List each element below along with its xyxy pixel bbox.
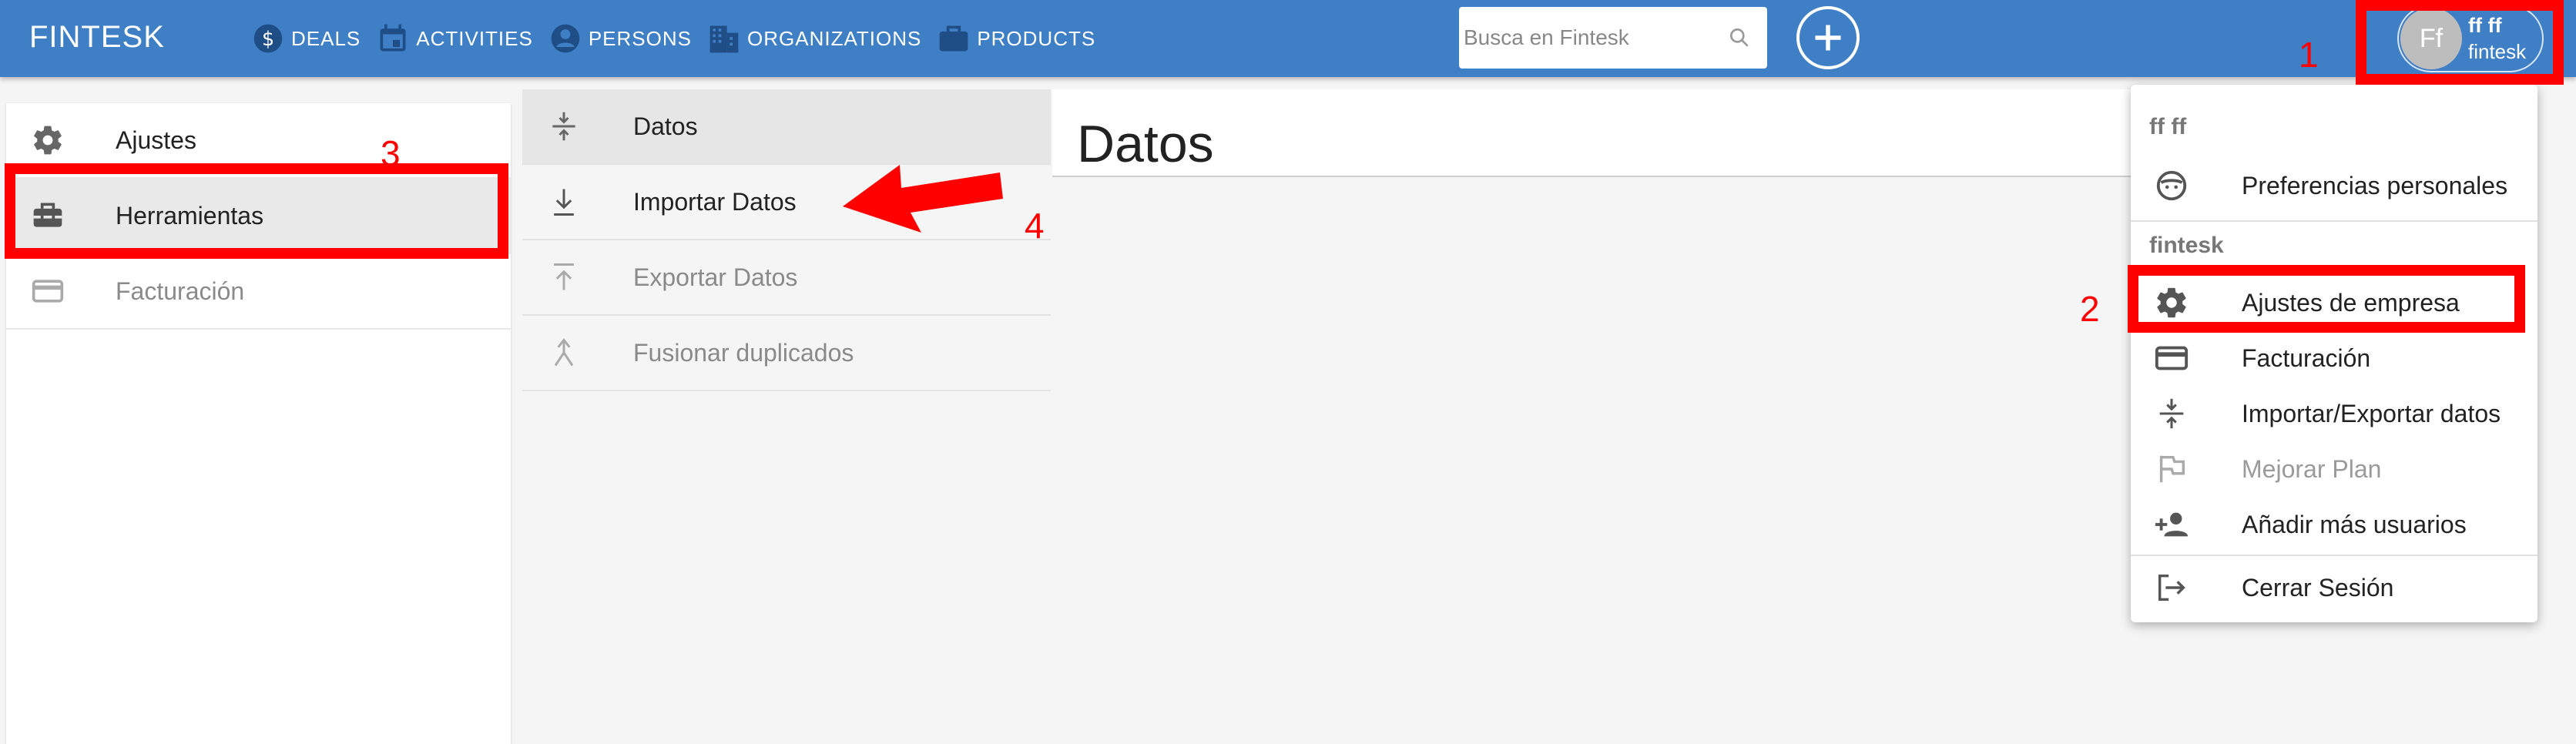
page-title: Datos xyxy=(1077,115,1214,173)
dropdown-item-mejorar-plan[interactable]: Mejorar Plan xyxy=(2131,442,2537,496)
dropdown-item-preferencias[interactable]: Preferencias personales xyxy=(2131,159,2537,213)
highlight-box-2 xyxy=(2128,265,2525,333)
gear-icon xyxy=(34,126,62,155)
highlight-box-1 xyxy=(2356,0,2564,85)
person-icon xyxy=(551,24,580,53)
upload-icon xyxy=(554,263,574,290)
search-box xyxy=(1459,7,1767,69)
compress-icon xyxy=(552,112,575,141)
calendar-icon xyxy=(380,24,406,52)
dropdown-item-label: Importar/Exportar datos xyxy=(2242,399,2501,427)
nav-deals[interactable]: $ DEALS xyxy=(251,22,361,55)
add-button[interactable] xyxy=(1796,6,1860,69)
dropdown-item-label: Añadir más usuarios xyxy=(2242,510,2467,538)
nav-persons-label: PERSONS xyxy=(588,26,692,50)
dropdown-item-label: Facturación xyxy=(2242,344,2371,372)
compress-icon xyxy=(2159,398,2184,429)
tools-menu: Datos Importar Datos Exportar Datos Fusi… xyxy=(522,89,1051,391)
dollar-circle-icon: $ xyxy=(253,24,283,53)
annotation-number-2: 2 xyxy=(2080,289,2100,329)
dropdown-section-company: fintesk xyxy=(2149,233,2224,258)
dropdown-item-anadir-usuarios[interactable]: Añadir más usuarios xyxy=(2131,498,2537,551)
dropdown-section-user: ff ff xyxy=(2149,114,2187,139)
nav-deals-label: DEALS xyxy=(291,26,361,50)
dropdown-item-facturacion[interactable]: Facturación xyxy=(2131,331,2537,385)
search-input[interactable] xyxy=(1464,22,1710,53)
building-icon xyxy=(709,25,739,53)
dropdown-item-label: Mejorar Plan xyxy=(2242,454,2382,483)
nav-products-label: PRODUCTS xyxy=(977,26,1096,50)
nav-organizations-label: ORGANIZATIONS xyxy=(747,26,922,50)
nav-organizations[interactable]: ORGANIZATIONS xyxy=(707,22,921,55)
merge-icon xyxy=(554,338,574,367)
tools-item-label: Fusionar duplicados xyxy=(633,338,854,367)
credit-card-icon xyxy=(2155,346,2189,370)
tools-item-exportar-datos[interactable]: Exportar Datos xyxy=(522,240,1051,316)
nav-activities-label: ACTIVITIES xyxy=(416,26,533,50)
annotation-number-3: 3 xyxy=(381,133,401,173)
nav-activities[interactable]: ACTIVITIES xyxy=(376,22,533,55)
sidebar-item-facturacion[interactable]: Facturación xyxy=(6,254,511,330)
search-icon[interactable] xyxy=(1727,25,1752,50)
top-bar: FINTESK $ DEALS ACTIVITIES PERSONS ORGAN… xyxy=(0,0,2576,77)
highlight-box-3 xyxy=(5,163,508,259)
download-icon xyxy=(554,189,574,216)
nav-products[interactable]: PRODUCTS xyxy=(937,22,1095,55)
nav-persons[interactable]: PERSONS xyxy=(548,22,692,55)
annotation-number-4: 4 xyxy=(1025,206,1045,246)
tools-item-fusionar-duplicados[interactable]: Fusionar duplicados xyxy=(522,316,1051,391)
tools-item-label: Importar Datos xyxy=(633,187,797,216)
user-dropdown-menu: ff ff Preferencias personales fintesk Aj… xyxy=(2131,85,2537,622)
face-icon xyxy=(2156,170,2187,201)
tools-item-label: Datos xyxy=(633,112,698,140)
credit-card-icon xyxy=(32,280,64,303)
add-person-icon xyxy=(2155,512,2189,537)
main-nav: $ DEALS ACTIVITIES PERSONS ORGANIZATIONS… xyxy=(251,0,1111,77)
annotation-arrow xyxy=(843,165,1003,233)
logout-icon xyxy=(2158,574,2185,602)
dropdown-item-label: Preferencias personales xyxy=(2242,171,2508,199)
dropdown-item-importar-exportar[interactable]: Importar/Exportar datos xyxy=(2131,387,2537,441)
briefcase-icon xyxy=(939,25,968,52)
svg-text:$: $ xyxy=(262,28,274,51)
sidebar-item-label: Ajustes xyxy=(116,126,196,154)
dropdown-item-label: Cerrar Sesión xyxy=(2242,573,2394,602)
tools-item-label: Exportar Datos xyxy=(633,263,798,291)
brand-logo[interactable]: FINTESK xyxy=(29,20,165,55)
flag-icon xyxy=(2159,455,2185,483)
annotation-number-1: 1 xyxy=(2299,35,2319,75)
dropdown-item-cerrar-sesion[interactable]: Cerrar Sesión xyxy=(2131,561,2537,615)
dropdown-divider xyxy=(2131,220,2537,222)
tools-item-datos[interactable]: Datos xyxy=(522,89,1051,165)
dropdown-divider xyxy=(2131,555,2537,556)
plus-icon xyxy=(1815,25,1841,51)
sidebar-item-label: Facturación xyxy=(116,276,245,305)
content-header: Datos xyxy=(1052,89,2131,177)
